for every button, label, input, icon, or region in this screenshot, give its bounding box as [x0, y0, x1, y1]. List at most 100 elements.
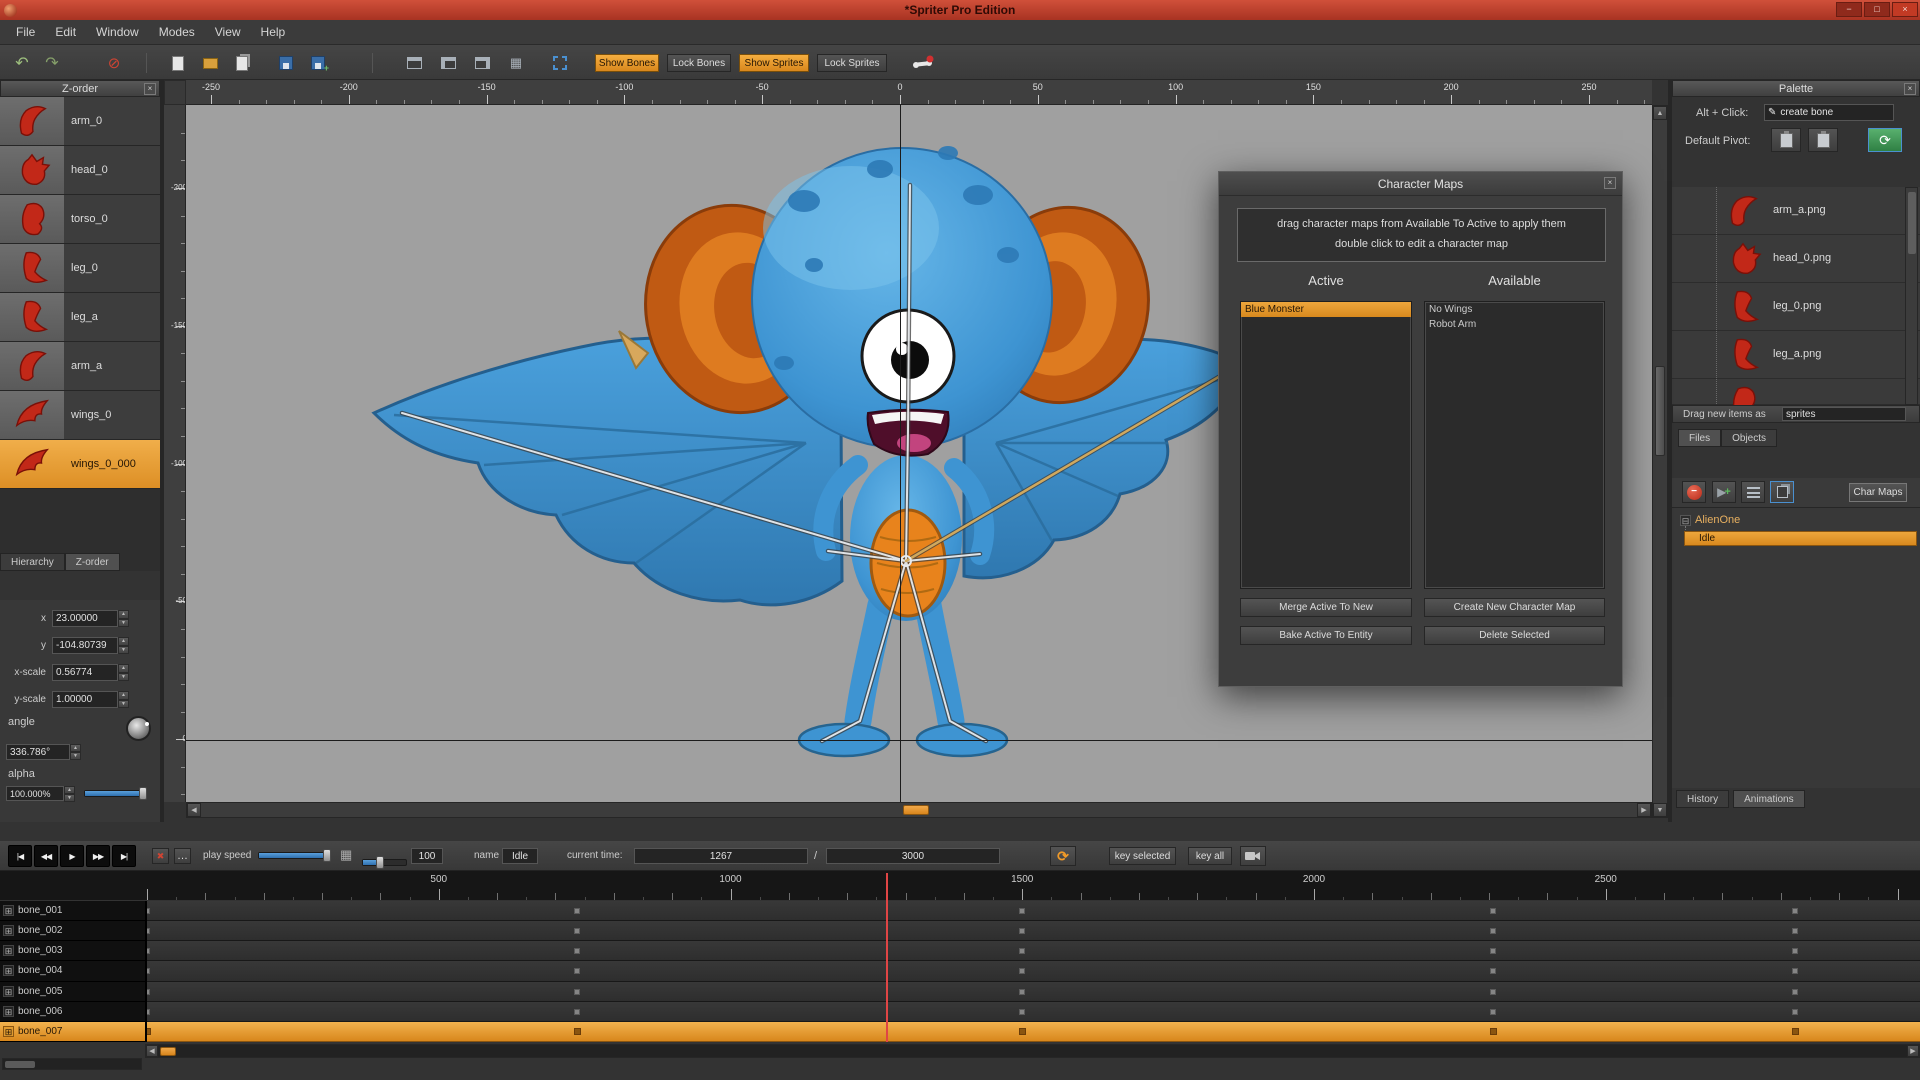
menu-view[interactable]: View — [205, 21, 251, 43]
play-speed-field[interactable]: 100 — [411, 848, 443, 864]
animation-name[interactable]: Idle — [1699, 533, 1715, 544]
tab-z-order[interactable]: Z-order — [65, 553, 120, 571]
keyframe[interactable] — [147, 1028, 151, 1035]
file-item-leg_0.png[interactable]: leg_0.png — [1672, 283, 1920, 331]
keyframe[interactable] — [147, 968, 150, 974]
names-hscrollbar[interactable] — [2, 1058, 142, 1070]
redo-icon[interactable]: ↷ — [40, 52, 64, 74]
angle-field[interactable]: 336.786° — [6, 744, 70, 760]
canvas-vscroll-thumb[interactable] — [1655, 366, 1665, 456]
layout-panel-icon-1[interactable] — [402, 52, 426, 74]
dialog-button-create-new-character-map[interactable]: Create New Character Map — [1424, 598, 1605, 617]
open-folder-icon[interactable] — [198, 52, 222, 74]
keyframe[interactable] — [574, 989, 580, 995]
undo-icon[interactable]: ↶ — [10, 52, 34, 74]
file-list-scroll-thumb[interactable] — [1908, 192, 1916, 254]
track-name-bone_001[interactable]: ⊞bone_001 — [0, 901, 145, 921]
zorder-item-leg_a[interactable]: leg_a — [0, 293, 160, 342]
timeline-tracks[interactable] — [147, 901, 1920, 1042]
expand-icon[interactable]: ⊞ — [3, 986, 14, 997]
layout-panel-icon-2[interactable] — [436, 52, 460, 74]
canvas-hscrollbar[interactable]: ◀ ▶ — [186, 802, 1652, 818]
alpha-spinner[interactable]: ▲▼ — [64, 786, 75, 801]
show-animation-camera-button[interactable] — [1240, 846, 1266, 866]
snap-grid-icon[interactable]: ▦ — [340, 847, 352, 863]
delete-animation-button[interactable]: − — [1682, 481, 1706, 503]
tab-animations[interactable]: Animations — [1733, 790, 1804, 808]
tree-node-entity[interactable]: ⊟ AlienOne — [1680, 514, 1740, 526]
file-item-leg_a.png[interactable]: leg_a.png — [1672, 331, 1920, 379]
char-maps-button[interactable]: Char Maps — [1849, 483, 1907, 502]
entity-name[interactable]: AlienOne — [1695, 514, 1740, 526]
track-name-bone_004[interactable]: ⊞bone_004 — [0, 961, 145, 981]
keyframe[interactable] — [1019, 1028, 1026, 1035]
track-bone_001[interactable] — [147, 901, 1920, 921]
track-name-bone_002[interactable]: ⊞bone_002 — [0, 921, 145, 941]
add-animation-button[interactable]: ▶+ — [1712, 481, 1736, 503]
close-button[interactable]: × — [1892, 2, 1918, 17]
zorder-item-wings_0[interactable]: wings_0 — [0, 391, 160, 440]
timeline-ruler[interactable]: 5001000150020002500 — [0, 871, 1920, 901]
tab-hierarchy[interactable]: Hierarchy — [0, 553, 65, 571]
transport-button-1[interactable]: ◀◀ — [34, 845, 58, 867]
timeline-scroll-left-icon[interactable]: ◀ — [146, 1045, 158, 1057]
character-sprite[interactable] — [336, 113, 1286, 793]
file-list-scrollbar[interactable] — [1905, 187, 1918, 405]
scroll-up-icon[interactable]: ▲ — [1653, 106, 1667, 120]
keyframe[interactable] — [574, 1009, 580, 1015]
play-speed-handle[interactable] — [323, 849, 331, 862]
x-scale-field[interactable]: 0.56774 — [52, 664, 118, 681]
timeline-scroll-right-icon[interactable]: ▶ — [1907, 1045, 1919, 1057]
keyframe[interactable] — [1490, 928, 1496, 934]
track-bone_006[interactable] — [147, 1002, 1920, 1022]
keyframe[interactable] — [1792, 968, 1798, 974]
keyframe[interactable] — [574, 948, 580, 954]
expand-icon[interactable]: ⊞ — [3, 1006, 14, 1017]
scroll-down-icon[interactable]: ▼ — [1653, 803, 1667, 817]
keyframe[interactable] — [1792, 908, 1798, 914]
timeline-scroll-thumb[interactable] — [160, 1047, 176, 1056]
keyframe[interactable] — [1490, 948, 1496, 954]
track-bone_002[interactable] — [147, 921, 1920, 941]
keyframe[interactable] — [147, 928, 150, 934]
expand-icon[interactable]: ⊞ — [3, 925, 14, 936]
keyframe[interactable] — [147, 908, 150, 914]
track-bone_004[interactable] — [147, 961, 1920, 981]
save-icon[interactable] — [274, 52, 298, 74]
keyframe[interactable] — [1490, 1028, 1497, 1035]
tab-objects[interactable]: Objects — [1721, 429, 1777, 447]
scroll-left-icon[interactable]: ◀ — [187, 803, 201, 817]
keyframe[interactable] — [574, 928, 580, 934]
show-bones-toggle[interactable]: Show Bones — [595, 54, 659, 72]
fullscreen-icon[interactable] — [548, 52, 572, 74]
angle-knob[interactable] — [126, 716, 151, 741]
keyframe[interactable] — [1792, 1028, 1799, 1035]
menu-help[interactable]: Help — [251, 21, 296, 43]
cancel-icon[interactable]: ⊘ — [102, 52, 126, 74]
file-item-partial[interactable] — [1672, 379, 1920, 405]
keyframe[interactable] — [1019, 928, 1025, 934]
canvas-vscrollbar[interactable]: ▲ ▼ — [1652, 105, 1668, 818]
y-spinner[interactable]: ▲▼ — [118, 637, 129, 654]
keyframe[interactable] — [1490, 908, 1496, 914]
keyframe[interactable] — [1019, 968, 1025, 974]
zorder-item-torso_0[interactable]: torso_0 — [0, 195, 160, 244]
delete-key-button[interactable]: ✖ — [152, 848, 169, 864]
alpha-field[interactable]: 100.000% — [6, 786, 64, 801]
keyframe[interactable] — [1490, 1009, 1496, 1015]
expand-icon[interactable]: ⊞ — [3, 1026, 14, 1037]
tree-node-animation-idle[interactable]: Idle — [1684, 531, 1917, 546]
available-maps-list[interactable]: No WingsRobot Arm — [1424, 301, 1605, 589]
drag-new-items-select[interactable]: sprites — [1782, 407, 1906, 421]
layout-panel-icon-3[interactable] — [470, 52, 494, 74]
expand-icon[interactable]: ⊞ — [3, 905, 14, 916]
file-item-head_0.png[interactable]: head_0.png — [1672, 235, 1920, 283]
scroll-right-icon[interactable]: ▶ — [1637, 803, 1651, 817]
dialog-button-merge-active-to-new[interactable]: Merge Active To New — [1240, 598, 1412, 617]
character-maps-dialog[interactable]: Character Maps × drag character maps fro… — [1218, 171, 1623, 687]
pivot-copy-button[interactable] — [1808, 128, 1838, 152]
save-as-icon[interactable]: + — [306, 52, 330, 74]
layout-grid-icon[interactable]: ▦ — [504, 52, 528, 74]
keyframe[interactable] — [1792, 948, 1798, 954]
pivot-paste-button[interactable] — [1771, 128, 1801, 152]
